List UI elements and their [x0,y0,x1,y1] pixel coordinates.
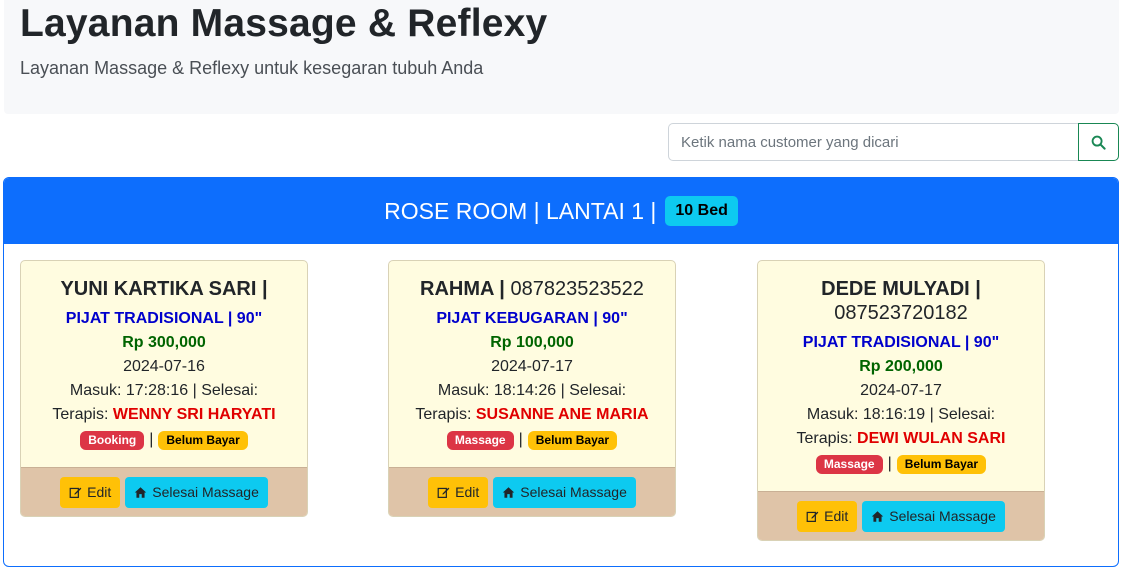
card-footer: Edit Selesai Massage [758,491,1044,540]
service-price: Rp 100,000 [490,334,574,351]
therapist-line: Terapis: SUSANNE ANE MARIA [397,403,667,427]
payment-badge: Belum Bayar [527,430,618,450]
service-name: PIJAT TRADISIONAL | 90" [802,334,1000,351]
card-body: YUNI KARTIKA SARI | PIJAT TRADISIONAL | … [21,261,307,464]
finish-massage-button[interactable]: Selesai Massage [862,500,1005,532]
customer-name-line: DEDE MULYADI | 087523720182 [766,277,1036,325]
customer-name: YUNI KARTIKA SARI | [60,278,268,300]
finish-massage-button[interactable]: Selesai Massage [125,476,268,508]
card-body: RAHMA | 087823523522 PIJAT KEBUGARAN | 9… [389,261,675,464]
room-title: ROSE ROOM | LANTAI 1 | [384,197,657,224]
home-icon [872,510,884,522]
payment-badge: Belum Bayar [158,430,248,450]
room-header: ROSE ROOM | LANTAI 1 | 10 Bed [4,178,1118,244]
booking-date: 2024-07-16 [123,358,205,375]
search-button[interactable] [1078,123,1119,161]
badge-separator: | [518,431,523,448]
booking-card: DEDE MULYADI | 087523720182 PIJAT TRADIS… [757,260,1045,541]
status-badge: Massage [446,430,514,450]
therapist-label: Terapis: [796,430,853,447]
service-name: PIJAT KEBUGARAN | 90" [436,310,628,327]
service-price: Rp 200,000 [859,358,943,375]
search-bar [668,123,1119,161]
status-badges: Booking | Belum Bayar [29,430,299,450]
page-header: Layanan Massage & Reflexy Layanan Massag… [4,0,1119,114]
badge-separator: | [149,431,154,448]
customer-phone: 087823523522 [510,278,644,300]
booking-time: Masuk: 18:16:19 | Selesai: [806,406,996,423]
page-title: Layanan Massage & Reflexy [20,2,548,45]
booking-date: 2024-07-17 [491,358,573,375]
edit-icon [69,487,82,498]
customer-name-line: RAHMA | 087823523522 [397,277,667,301]
edit-button[interactable]: Edit [428,476,489,508]
badge-separator: | [887,455,892,472]
booking-date: 2024-07-17 [860,382,942,399]
therapist-name: WENNY SRI HARYATI [112,406,276,423]
finish-massage-label: Selesai Massage [152,484,259,500]
therapist-name: DEWI WULAN SARI [857,430,1006,447]
customer-name: RAHMA | [420,278,505,300]
booking-card: YUNI KARTIKA SARI | PIJAT TRADISIONAL | … [20,260,308,517]
edit-button[interactable]: Edit [60,476,121,508]
finish-massage-label: Selesai Massage [889,508,996,524]
status-badge: Booking [80,430,145,450]
therapist-line: Terapis: DEWI WULAN SARI [766,427,1036,451]
finish-massage-label: Selesai Massage [520,484,627,500]
booking-time: Masuk: 17:28:16 | Selesai: [69,382,259,399]
service-price: Rp 300,000 [122,334,206,351]
booking-card: RAHMA | 087823523522 PIJAT KEBUGARAN | 9… [388,260,676,517]
edit-icon [806,511,819,522]
customer-name-line: YUNI KARTIKA SARI | [29,277,299,301]
search-icon [1091,135,1106,150]
status-badge: Massage [815,454,883,474]
edit-button-label: Edit [87,484,112,500]
service-name: PIJAT TRADISIONAL | 90" [65,310,263,327]
edit-button[interactable]: Edit [797,500,858,532]
finish-massage-button[interactable]: Selesai Massage [493,476,636,508]
customer-name: DEDE MULYADI | [821,278,981,300]
bed-count-badge: 10 Bed [665,196,738,226]
edit-icon [437,487,450,498]
card-footer: Edit Selesai Massage [21,467,307,516]
search-input[interactable] [668,123,1078,161]
customer-phone: 087523720182 [834,302,968,324]
home-icon [135,486,147,498]
therapist-line: Terapis: WENNY SRI HARYATI [29,403,299,427]
therapist-label: Terapis: [52,406,109,423]
therapist-label: Terapis: [415,406,472,423]
card-footer: Edit Selesai Massage [389,467,675,516]
page-subtitle: Layanan Massage & Reflexy untuk kesegara… [20,58,484,78]
payment-badge: Belum Bayar [896,454,987,474]
home-icon [503,486,515,498]
therapist-name: SUSANNE ANE MARIA [475,406,649,423]
status-badges: Massage | Belum Bayar [766,454,1036,474]
booking-time: Masuk: 18:14:26 | Selesai: [437,382,627,399]
status-badges: Massage | Belum Bayar [397,430,667,450]
edit-button-label: Edit [824,508,849,524]
card-body: DEDE MULYADI | 087523720182 PIJAT TRADIS… [758,261,1044,488]
edit-button-label: Edit [455,484,480,500]
